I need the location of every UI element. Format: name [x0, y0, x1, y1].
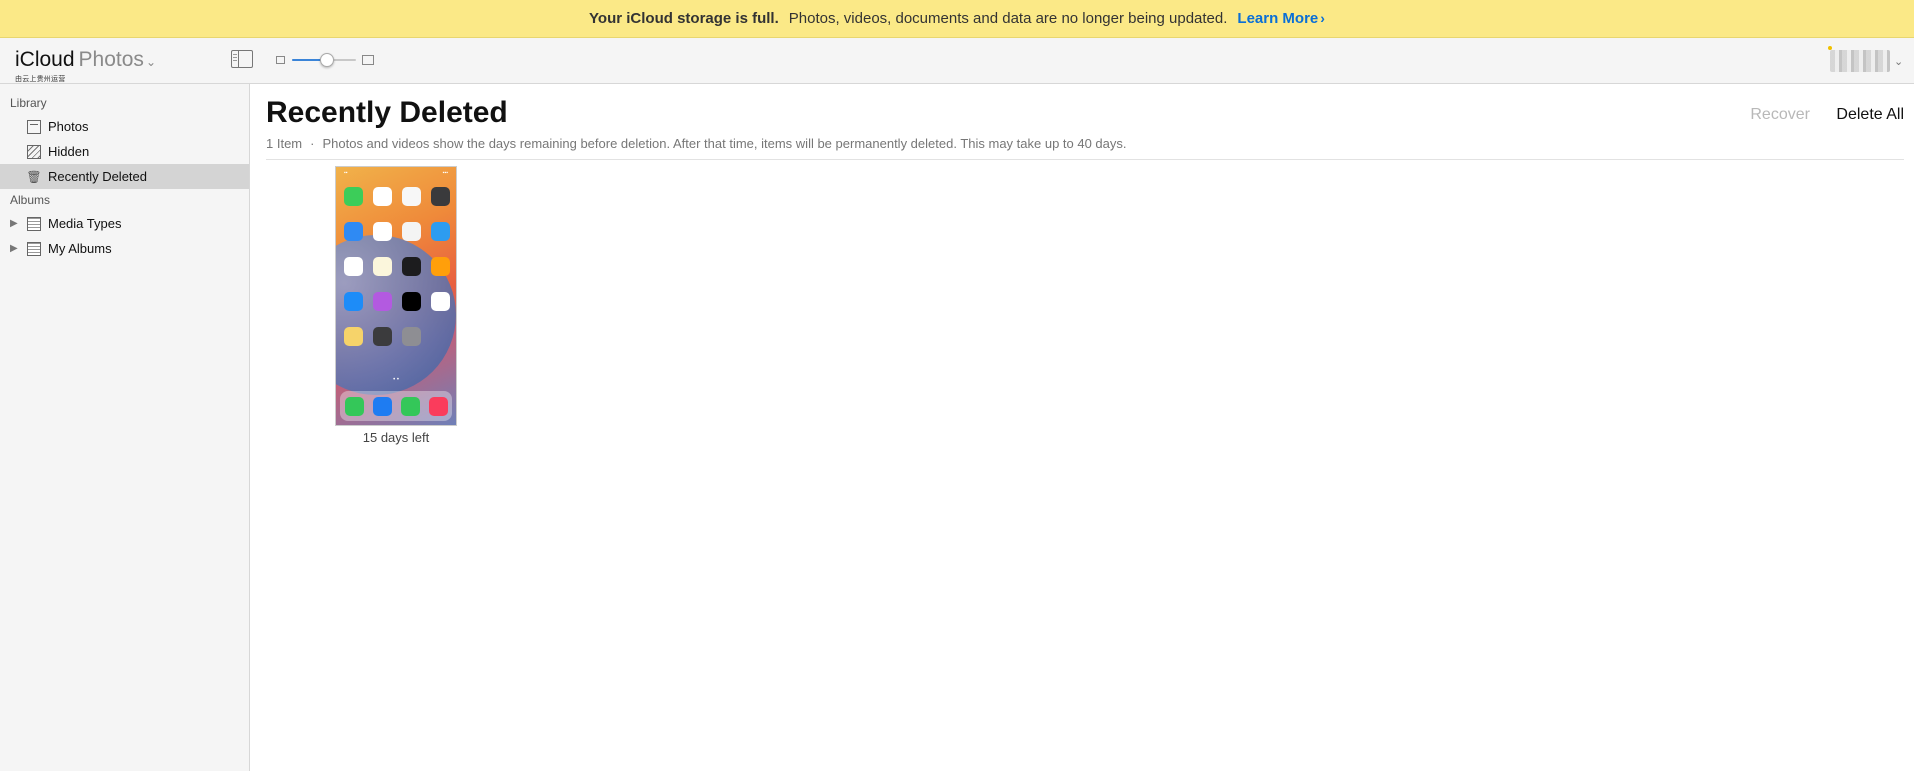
zoom-small-icon[interactable] [276, 56, 285, 64]
photo-thumbnail[interactable]: ▪▪ ▪▪▪ • • [335, 166, 457, 426]
sidebar-item-label: My Albums [48, 241, 112, 256]
learn-more-label: Learn More [1237, 10, 1319, 27]
chevron-down-icon: ⌄ [145, 55, 156, 69]
photos-icon [27, 119, 41, 134]
learn-more-link[interactable]: Learn More › [1237, 10, 1325, 27]
brand-icloud: iCloud [15, 48, 75, 71]
chevron-down-icon: ⌄ [1894, 55, 1904, 68]
library-heading: Library [10, 96, 47, 110]
days-left-label: 15 days left [362, 430, 430, 445]
delete-all-button[interactable]: Delete All [1836, 106, 1904, 123]
sidebar-item-my-albums[interactable]: ▶ My Albums [0, 236, 249, 261]
sidebar-item-recently-deleted[interactable]: 🗑 Recently Deleted [0, 164, 249, 189]
sidebar-item-label: Media Types [48, 216, 122, 231]
albums-heading: Albums [10, 193, 51, 207]
app-title-menu[interactable]: iCloud Photos ⌄ 由云上贵州运营 [15, 48, 156, 83]
brand-photos: Photos [78, 48, 144, 71]
recover-button[interactable]: Recover [1750, 106, 1810, 123]
toolbar: iCloud Photos ⌄ 由云上贵州运营 ⌄ [0, 38, 1914, 84]
brand-subtitle: 由云上贵州运营 [15, 76, 66, 83]
sidebar-item-photos[interactable]: Photos [0, 114, 249, 139]
sidebar-item-label: Recently Deleted [48, 169, 147, 184]
trash-icon: 🗑 [26, 169, 42, 184]
avatar[interactable] [1830, 50, 1890, 72]
separator: · [310, 136, 315, 151]
header-actions: Recover Delete All [1750, 106, 1904, 124]
disclosure-triangle-icon[interactable]: ▶ [10, 243, 27, 254]
sidebar: Library Photos Hidden 🗑 Recently Deleted… [0, 84, 250, 771]
page-title: Recently Deleted [266, 96, 508, 129]
zoom-handle[interactable] [320, 53, 335, 67]
hidden-icon [27, 144, 41, 159]
banner-message: Photos, videos, documents and data are n… [788, 10, 1228, 27]
zoom-slider[interactable] [276, 52, 376, 68]
album-icon [27, 216, 41, 231]
chevron-right-icon: › [1320, 10, 1325, 26]
banner-bold-text: Your iCloud storage is full. [589, 10, 779, 27]
sidebar-toggle-icon[interactable] [231, 50, 253, 68]
disclosure-triangle-icon[interactable]: ▶ [10, 218, 27, 229]
album-icon [27, 241, 41, 256]
storage-full-banner: Your iCloud storage is full. Photos, vid… [0, 0, 1914, 38]
zoom-large-icon[interactable] [362, 55, 374, 65]
sidebar-item-label: Hidden [48, 144, 90, 159]
sidebar-item-hidden[interactable]: Hidden [0, 139, 249, 164]
deletion-description: Photos and videos show the days remainin… [322, 136, 1127, 151]
account-menu[interactable]: ⌄ [1828, 46, 1904, 74]
content-area: Recently Deleted Recover Delete All 1 It… [250, 84, 1914, 771]
item-count: 1 Item [266, 136, 303, 151]
photo-item[interactable]: ▪▪ ▪▪▪ • • 15 days left [335, 166, 457, 445]
sidebar-item-label: Photos [48, 119, 89, 134]
info-line: 1 Item · Photos and videos show the days r… [266, 136, 1904, 160]
sidebar-item-media-types[interactable]: ▶ Media Types [0, 211, 249, 236]
